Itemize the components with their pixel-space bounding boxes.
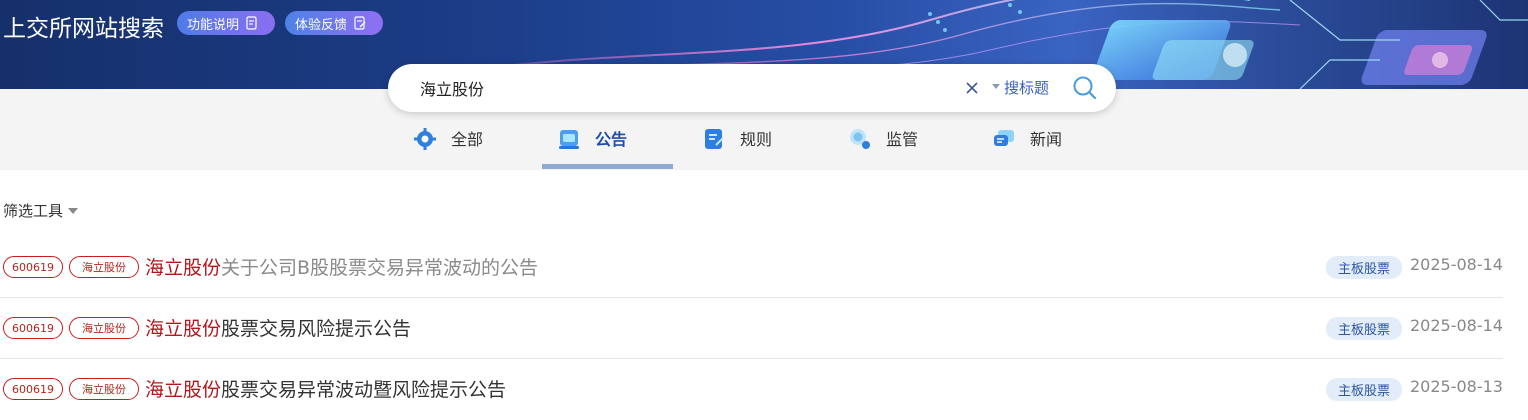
document-icon <box>246 16 257 30</box>
function-description-button[interactable]: 功能说明 <box>177 11 275 35</box>
list-item: 600619 海立股份 海立股份关于公司B股股票交易异常波动的公告 主板股票 2… <box>0 237 1528 298</box>
edit-document-icon <box>354 16 366 30</box>
tab-news[interactable]: 新闻 <box>992 129 1062 170</box>
tab-rules[interactable]: 规则 <box>702 129 772 170</box>
site-title: 上交所网站搜索 <box>3 16 164 42</box>
board-badge: 主板股票 <box>1326 256 1402 279</box>
board-badge: 主板股票 <box>1326 378 1402 401</box>
experience-feedback-button[interactable]: 体验反馈 <box>285 11 383 35</box>
search-input[interactable] <box>420 74 940 102</box>
tab-label: 规则 <box>740 130 773 149</box>
function-description-label: 功能说明 <box>187 17 240 33</box>
stock-name-tag[interactable]: 海立股份 <box>69 317 139 339</box>
caret-down-icon <box>992 84 1000 89</box>
rules-icon <box>705 129 724 149</box>
clear-icon[interactable] <box>965 81 979 95</box>
list-item: 600619 海立股份 海立股份股票交易异常波动暨风险提示公告 主板股票 202… <box>0 359 1528 420</box>
title-highlight: 海立股份 <box>145 257 222 279</box>
result-title-link[interactable]: 海立股份关于公司B股股票交易异常波动的公告 <box>145 253 538 280</box>
supervision-icon <box>850 129 870 149</box>
tab-label: 新闻 <box>1030 130 1063 149</box>
experience-feedback-label: 体验反馈 <box>295 17 348 33</box>
news-icon <box>994 130 1014 146</box>
publish-date: 2025-08-14 <box>1410 255 1503 274</box>
stock-code-tag[interactable]: 600619 <box>3 317 63 339</box>
search-scope-dropdown[interactable]: 搜标题 <box>992 77 1049 98</box>
title-text: 股票交易异常波动暨风险提示公告 <box>221 379 507 401</box>
stock-code-tag[interactable]: 600619 <box>3 378 63 400</box>
publish-date: 2025-08-13 <box>1410 377 1503 396</box>
active-tab-indicator <box>542 164 673 169</box>
filter-tools-toggle[interactable]: 筛选工具 <box>3 200 79 221</box>
publish-date: 2025-08-14 <box>1410 316 1503 335</box>
tab-label: 全部 <box>451 130 484 149</box>
tab-supervision[interactable]: 监管 <box>848 129 918 170</box>
title-highlight: 海立股份 <box>145 379 222 401</box>
stock-code-tag[interactable]: 600619 <box>3 256 63 278</box>
stock-name-tag[interactable]: 海立股份 <box>69 256 139 278</box>
board-badge: 主板股票 <box>1326 317 1402 340</box>
caret-down-icon <box>68 207 79 214</box>
tab-all[interactable]: 全部 <box>413 128 484 170</box>
tab-label: 公告 <box>595 130 628 149</box>
list-item: 600619 海立股份 海立股份股票交易风险提示公告 主板股票 2025-08-… <box>0 298 1528 359</box>
filter-tools-label: 筛选工具 <box>3 202 64 220</box>
gear-icon <box>414 128 436 150</box>
search-scope-label: 搜标题 <box>1004 79 1050 97</box>
search-bar: 搜标题 <box>388 64 1116 112</box>
announcement-icon <box>559 130 579 149</box>
search-icon[interactable] <box>1072 75 1098 101</box>
title-highlight: 海立股份 <box>145 318 222 340</box>
stock-name-tag[interactable]: 海立股份 <box>69 378 139 400</box>
title-text: 股票交易风险提示公告 <box>221 318 412 340</box>
result-title-link[interactable]: 海立股份股票交易风险提示公告 <box>145 314 411 341</box>
title-text: 关于公司B股股票交易异常波动的公告 <box>221 257 539 279</box>
result-title-link[interactable]: 海立股份股票交易异常波动暨风险提示公告 <box>145 375 506 402</box>
tab-label: 监管 <box>886 130 919 149</box>
